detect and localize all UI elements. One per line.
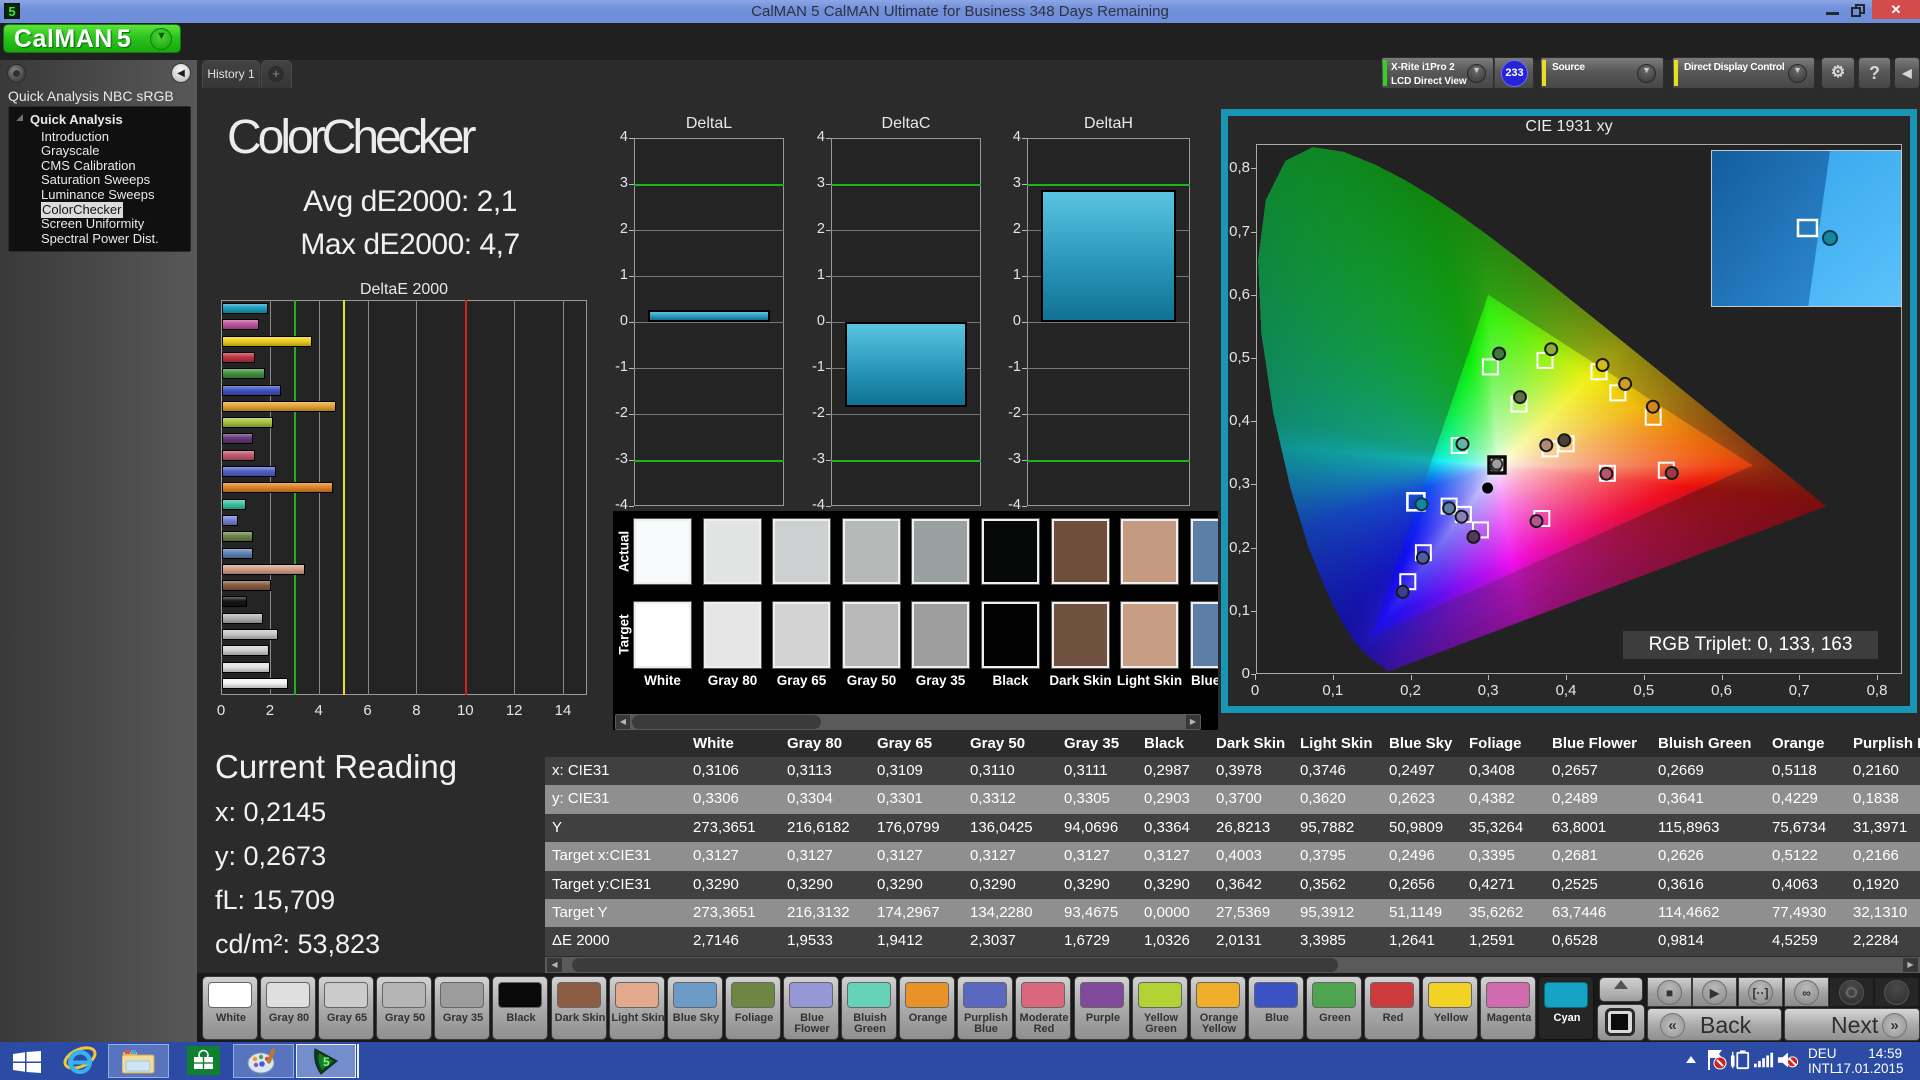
svg-text:5: 5 bbox=[323, 1055, 330, 1069]
